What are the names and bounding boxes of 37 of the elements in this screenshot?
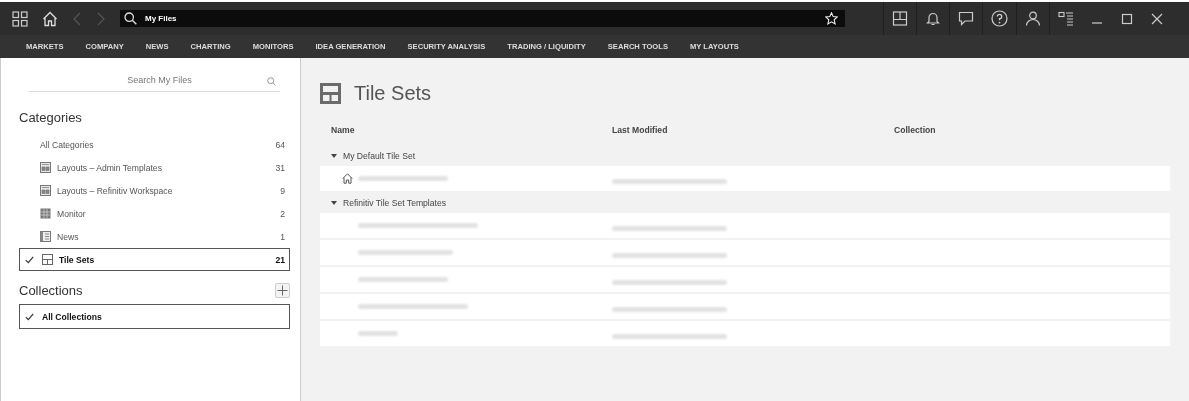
star-icon[interactable]: [825, 12, 838, 25]
search-field[interactable]: Search My Files: [29, 75, 280, 92]
caret-icon: [331, 200, 337, 206]
home-icon[interactable]: [42, 10, 58, 27]
tile-set-icon: [320, 83, 341, 104]
collection-item[interactable]: All Collections: [19, 304, 290, 329]
category-item[interactable]: Tile Sets 21: [19, 248, 290, 271]
search-icon[interactable]: [267, 77, 276, 86]
group-header[interactable]: Refinitiv Tile Set Templates: [320, 193, 1170, 213]
category-item[interactable]: Layouts – Admin Templates 31: [19, 156, 290, 179]
category-item[interactable]: All Categories 64: [19, 133, 290, 156]
section-heading: Collections: [19, 283, 83, 298]
page-title: Tile Sets: [354, 82, 432, 105]
section-heading: Categories: [19, 110, 83, 125]
check-icon: [25, 312, 34, 321]
category-item[interactable]: Layouts – Refinitiv Workspace 9: [19, 179, 290, 202]
search-icon: [124, 12, 137, 25]
home-icon: [342, 173, 353, 184]
group-header[interactable]: My Default Tile Set: [320, 146, 1170, 166]
category-item[interactable]: News 1: [19, 225, 290, 248]
column-header[interactable]: Collection: [894, 125, 1170, 135]
address-field[interactable]: My Files: [120, 10, 845, 27]
category-item[interactable]: Monitor 2: [19, 202, 290, 225]
redacted-text: [358, 331, 398, 336]
tile-set-icon: [42, 254, 53, 265]
check-icon: [25, 255, 34, 264]
maximize-icon[interactable]: [1121, 12, 1133, 25]
layout-icon: [40, 185, 51, 196]
add-button[interactable]: [275, 283, 290, 298]
caret-icon: [331, 153, 337, 159]
grid-icon: [40, 208, 51, 219]
newspaper-icon: [40, 231, 51, 242]
close-icon[interactable]: [1151, 12, 1163, 25]
column-header[interactable]: Name: [331, 125, 612, 135]
layout-icon: [40, 162, 51, 173]
apps-grid-icon[interactable]: [12, 10, 28, 27]
column-header[interactable]: Last Modified: [612, 125, 894, 135]
